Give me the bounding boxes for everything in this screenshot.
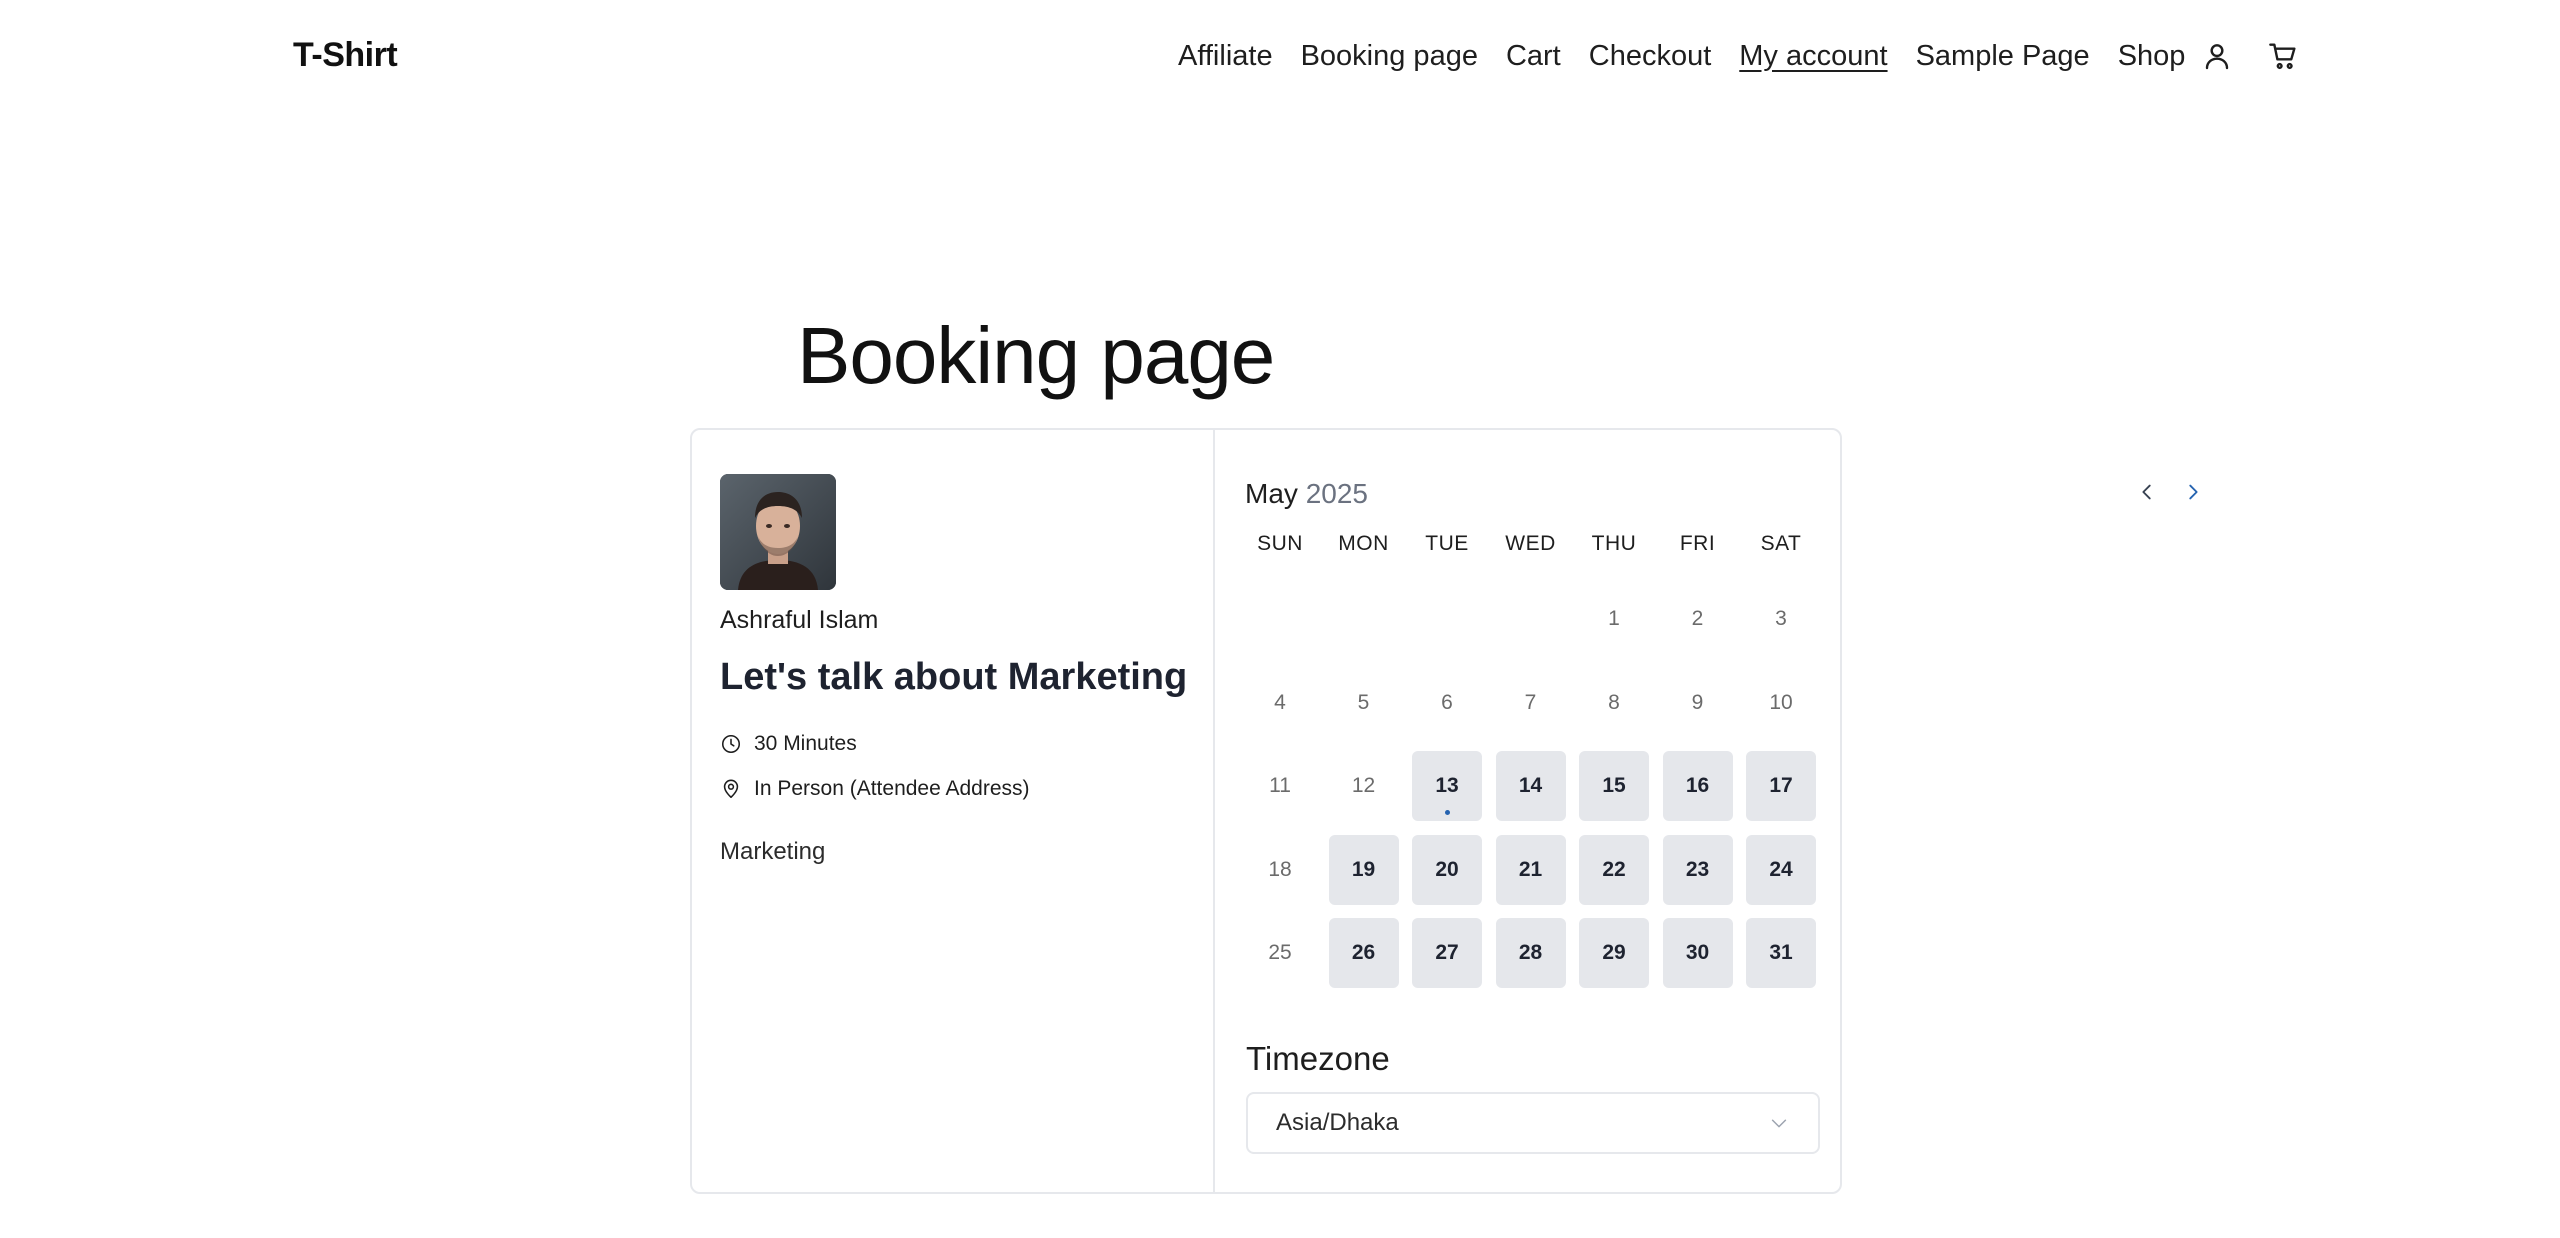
calendar-day: 10 — [1769, 690, 1793, 714]
host-name: Ashraful Islam — [720, 606, 879, 634]
nav-booking-page[interactable]: Booking page — [1301, 40, 1478, 73]
calendar-year: 2025 — [1305, 478, 1368, 509]
page-title: Booking page — [797, 311, 1275, 400]
chevron-down-icon — [1771, 1119, 1787, 1128]
timezone-select[interactable]: Asia/Dhaka — [1246, 1092, 1820, 1154]
calendar-month-label: May 2025 — [1245, 478, 1368, 510]
event-details-panel: Ashraful Islam Let's talk about Marketin… — [692, 430, 1215, 1192]
calendar-day[interactable]: 31 — [1746, 918, 1816, 988]
calendar-month: May — [1245, 478, 1298, 509]
host-avatar — [720, 474, 836, 590]
weekday-label: WED — [1505, 532, 1556, 555]
calendar-day[interactable]: 15 — [1579, 751, 1649, 821]
calendar-day: 12 — [1351, 774, 1376, 797]
weekday-label: SUN — [1257, 532, 1303, 555]
weekday-label: FRI — [1679, 532, 1716, 555]
calendar-day: 4 — [1274, 690, 1286, 714]
event-title: Let's talk about Marketing — [720, 656, 1188, 698]
cart-icon[interactable] — [2265, 38, 2301, 74]
event-duration: 30 Minutes — [720, 732, 857, 756]
event-location-text: In Person (Attendee Address) — [754, 777, 1030, 800]
weekday-label: SAT — [1760, 532, 1802, 555]
event-description: Marketing — [720, 838, 826, 865]
calendar-day: 2 — [1691, 607, 1704, 630]
calendar-day: 18 — [1268, 857, 1292, 881]
nav-sample-page[interactable]: Sample Page — [1916, 40, 2090, 73]
calendar-day: 7 — [1524, 690, 1537, 714]
calendar-day: 11 — [1269, 774, 1291, 797]
clock-icon — [721, 734, 741, 754]
calendar-day: 25 — [1268, 941, 1292, 964]
calendar-days-grid: 1 2 3 4 5 6 7 8 9 10 11 12 13 14 15 16 17 18 19 20 21 22 23 24 2… — [1245, 584, 1816, 988]
calendar-day: 3 — [1775, 607, 1787, 630]
calendar-day[interactable]: 17 — [1746, 751, 1816, 821]
prev-month-button[interactable] — [2131, 476, 2163, 508]
calendar-day[interactable]: 26 — [1328, 918, 1399, 988]
calendar-day[interactable]: 19 — [1328, 834, 1399, 905]
calendar-day[interactable]: 13 — [1412, 751, 1482, 821]
calendar-day[interactable]: 27 — [1412, 918, 1482, 988]
calendar-day: 6 — [1441, 690, 1453, 714]
calendar-panel: May 2025 SUN MON TUE WED THU FRI SAT 123… — [1215, 430, 2198, 1192]
calendar-day[interactable]: 16 — [1662, 751, 1733, 821]
site-title[interactable]: T-Shirt — [293, 36, 398, 75]
timezone-value: Asia/Dhaka — [1276, 1109, 1399, 1136]
map-pin-icon — [723, 779, 739, 799]
weekday-label: TUE — [1425, 532, 1469, 555]
nav-affiliate[interactable]: Affiliate — [1178, 40, 1273, 73]
nav-my-account[interactable]: My account — [1739, 40, 1887, 73]
calendar-day: 9 — [1691, 690, 1704, 714]
calendar-day-empty — [1412, 584, 1482, 654]
calendar-day[interactable]: 24 — [1746, 834, 1816, 905]
calendar-day[interactable]: 21 — [1495, 834, 1566, 905]
calendar-day-empty — [1245, 584, 1315, 654]
weekday-label: THU — [1591, 532, 1637, 555]
chevron-right-icon — [2189, 484, 2198, 500]
nav-shop[interactable]: Shop — [2118, 40, 2186, 73]
calendar-day-empty — [1496, 584, 1566, 654]
calendar-day: 1 — [1608, 607, 1620, 630]
calendar-day: 5 — [1357, 690, 1370, 714]
calendar-day[interactable]: 28 — [1495, 918, 1566, 988]
main-nav: Affiliate Booking page Cart Checkout My … — [1178, 38, 2301, 74]
weekday-header: SUN MON TUE WED THU FRI SAT — [1245, 532, 1819, 556]
chevron-left-icon — [2142, 484, 2151, 500]
nav-checkout[interactable]: Checkout — [1589, 40, 1712, 73]
timezone-label: Timezone — [1246, 1040, 1390, 1077]
event-duration-text: 30 Minutes — [754, 732, 857, 755]
user-icon[interactable] — [2199, 38, 2235, 74]
next-month-button[interactable] — [2177, 476, 2209, 508]
calendar-day[interactable]: 20 — [1412, 834, 1482, 905]
calendar-day[interactable]: 29 — [1579, 918, 1649, 988]
weekday-label: MON — [1338, 532, 1389, 555]
nav-cart[interactable]: Cart — [1506, 40, 1561, 73]
calendar-day[interactable]: 22 — [1579, 834, 1649, 905]
calendar-day-empty — [1329, 584, 1399, 654]
calendar-day: 8 — [1608, 690, 1620, 714]
event-location: In Person (Attendee Address) — [720, 777, 1030, 801]
booking-widget: Ashraful Islam Let's talk about Marketin… — [690, 428, 2198, 1194]
calendar-day[interactable]: 23 — [1662, 834, 1733, 905]
calendar-day[interactable]: 14 — [1495, 751, 1566, 821]
calendar-day[interactable]: 30 — [1662, 918, 1733, 988]
